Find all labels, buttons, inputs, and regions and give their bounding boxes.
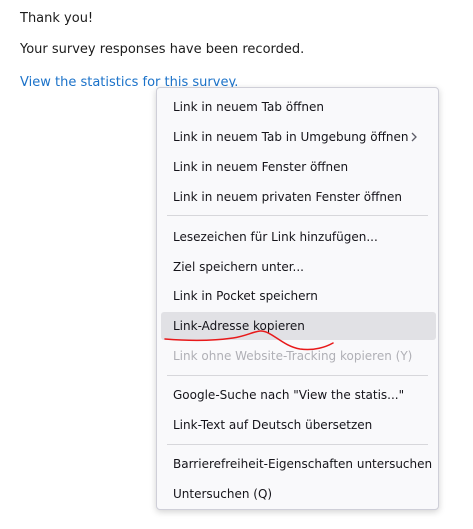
menu-separator [167,444,428,445]
menu-item-save-to-pocket[interactable]: Link in Pocket speichern [161,282,436,310]
menu-separator [167,215,428,216]
menu-item-save-link-as[interactable]: Ziel speichern unter... [161,253,436,281]
menu-item-inspect[interactable]: Untersuchen (Q) [161,480,436,508]
menu-item-translate-link-text[interactable]: Link-Text auf Deutsch übersetzen [161,411,436,439]
menu-item-label: Link in neuem Tab in Umgebung öffnen [173,130,409,144]
menu-item-open-link-new-tab[interactable]: Link in neuem Tab öffnen [161,93,436,121]
menu-item-open-link-container-tab[interactable]: Link in neuem Tab in Umgebung öffnen [161,123,436,151]
menu-item-google-search[interactable]: Google-Suche nach "View the statis..." [161,381,436,409]
thanks-text: Thank you! [20,11,94,26]
survey-recorded-text: Your survey responses have been recorded… [20,42,305,57]
menu-item-open-link-new-window[interactable]: Link in neuem Fenster öffnen [161,153,436,181]
chevron-right-icon [411,132,417,142]
menu-item-copy-clean-link: Link ohne Website-Tracking kopieren (Y) [173,349,413,363]
menu-item-copy-link[interactable]: Link-Adresse kopieren [161,312,436,340]
menu-item-bookmark-link[interactable]: Lesezeichen für Link hinzufügen... [161,223,436,251]
menu-item-inspect-accessibility[interactable]: Barrierefreiheit-Eigenschaften untersuch… [161,450,436,478]
menu-item-open-link-private-window[interactable]: Link in neuem privaten Fenster öffnen [161,183,436,211]
menu-separator [167,375,428,376]
context-menu: Link in neuem Tab öffnen Link in neuem T… [156,87,439,510]
